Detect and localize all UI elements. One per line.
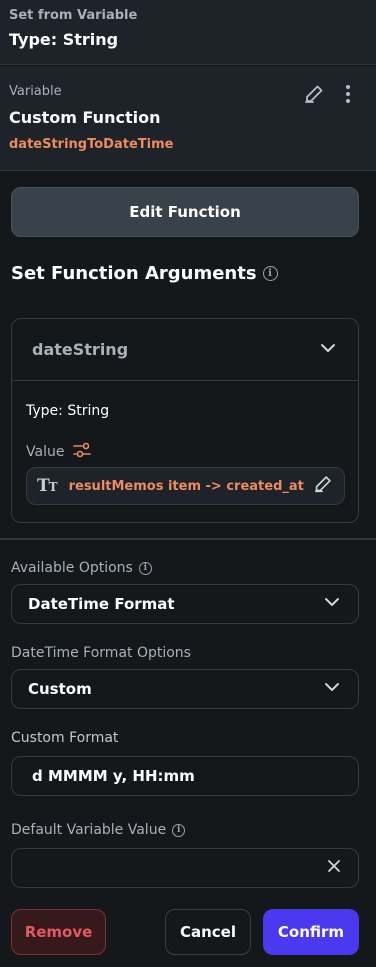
available-options-dropdown[interactable]: DateTime Format xyxy=(11,584,359,624)
edit-function-button[interactable]: Edit Function xyxy=(11,187,359,237)
function-arguments-title-text: Set Function Arguments xyxy=(11,263,257,284)
info-icon[interactable]: i xyxy=(138,561,152,575)
edit-variable-icon[interactable] xyxy=(302,82,326,106)
custom-format-input[interactable]: d MMMM y, HH:mm xyxy=(11,756,359,796)
info-icon[interactable]: i xyxy=(262,266,278,281)
info-icon[interactable]: i xyxy=(172,823,186,837)
section-divider xyxy=(0,538,376,540)
settings-sliders-icon[interactable] xyxy=(72,440,92,464)
custom-format-label: Custom Format xyxy=(11,730,118,746)
header-panel: Set from Variable Type: String xyxy=(0,0,376,65)
variable-name: Custom Function xyxy=(9,108,161,127)
header-type: Type: String xyxy=(9,30,119,49)
chevron-down-icon xyxy=(322,592,342,616)
function-id: dateStringToDateTime xyxy=(9,137,174,152)
header-subtitle: Set from Variable xyxy=(9,8,138,23)
confirm-button[interactable]: Confirm xyxy=(263,909,359,955)
chevron-down-icon xyxy=(322,677,342,701)
datetime-format-value: Custom xyxy=(28,680,92,698)
datetime-format-options-label-text: DateTime Format Options xyxy=(11,645,191,661)
custom-format-label-text: Custom Format xyxy=(11,730,119,746)
available-options-label-text: Available Options xyxy=(11,560,133,576)
argument-header[interactable]: dateString xyxy=(12,319,358,381)
available-options-label: Available Options i xyxy=(11,560,152,576)
clear-icon[interactable] xyxy=(326,858,342,878)
argument-name: dateString xyxy=(32,340,129,359)
edit-value-icon[interactable] xyxy=(312,473,334,499)
argument-card: dateString Type: String Value TT resultM… xyxy=(11,318,359,523)
argument-value: resultMemos item -> created_at xyxy=(68,478,304,494)
remove-button[interactable]: Remove xyxy=(11,909,106,955)
more-options-icon[interactable] xyxy=(338,82,358,106)
default-value-input[interactable] xyxy=(11,848,359,888)
variable-label: Variable xyxy=(9,84,62,99)
text-type-icon: TT xyxy=(37,476,58,496)
datetime-format-options-label: DateTime Format Options xyxy=(11,645,191,661)
available-options-value: DateTime Format xyxy=(28,595,175,613)
default-value-label: Default Variable Value i xyxy=(11,822,186,838)
custom-format-value: d MMMM y, HH:mm xyxy=(32,767,195,785)
cancel-button[interactable]: Cancel xyxy=(165,909,251,955)
argument-type: Type: String xyxy=(26,403,110,419)
argument-value-field[interactable]: TT resultMemos item -> created_at xyxy=(26,467,345,505)
function-arguments-title: Set Function Arguments i xyxy=(11,263,278,284)
datetime-format-dropdown[interactable]: Custom xyxy=(11,669,359,709)
variable-panel: Variable Custom Function dateStringToDat… xyxy=(0,66,376,171)
default-value-label-text: Default Variable Value xyxy=(11,822,167,838)
chevron-down-icon[interactable] xyxy=(318,338,338,362)
value-label-row: Value xyxy=(26,440,92,464)
value-label: Value xyxy=(26,444,65,460)
